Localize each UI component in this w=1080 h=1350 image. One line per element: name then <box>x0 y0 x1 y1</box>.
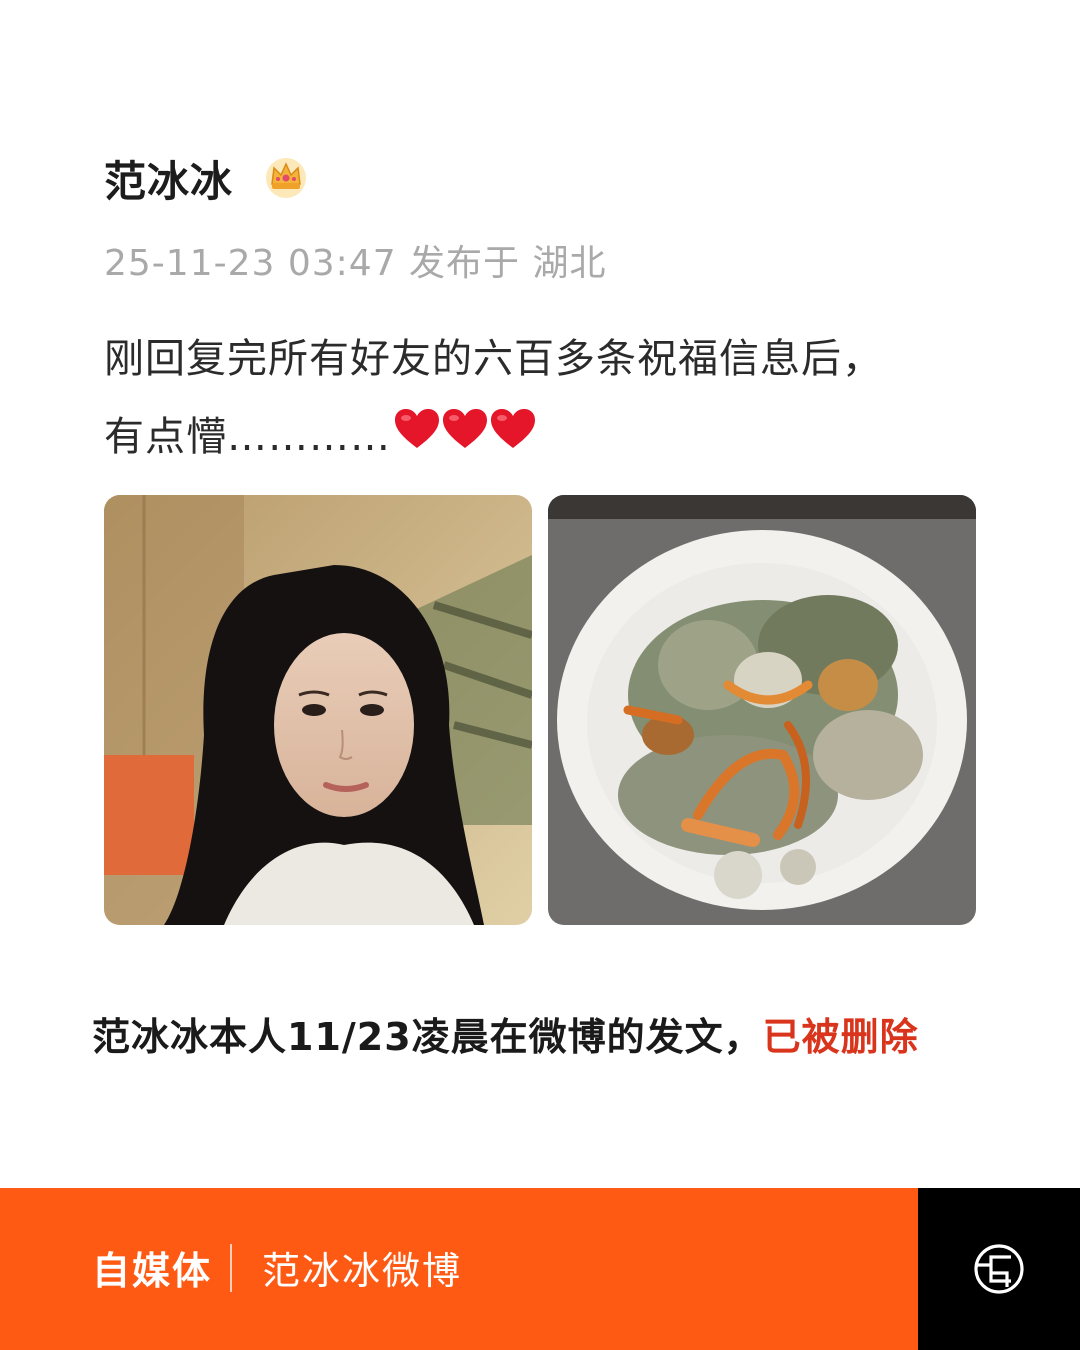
heart-icon <box>395 409 439 448</box>
post-meta: 25-11-23 03:47 发布于 湖北 <box>104 243 607 284</box>
footer-logo-block[interactable] <box>918 1188 1080 1350</box>
footer-topic-label: 范冰冰微博 <box>262 1249 463 1293</box>
brand-logo-icon <box>974 1244 1024 1294</box>
heart-emoji-icons <box>393 400 539 478</box>
caption-main: 范冰冰本人11/23凌晨在微博的发文， <box>92 1015 763 1059</box>
post-text-line-1: 刚回复完所有好友的六百多条祝福信息后， <box>104 336 883 382</box>
footer-divider <box>230 1244 232 1292</box>
heart-icon <box>443 409 487 448</box>
post-image-selfie[interactable] <box>104 495 532 925</box>
caption-highlight: 已被删除 <box>762 1015 919 1059</box>
post-username: 范冰冰 <box>104 157 234 206</box>
footer-source-label: 自媒体 <box>92 1249 213 1293</box>
post-text-line-2-row: 有点懵………… <box>104 398 1044 478</box>
post-image-dish[interactable] <box>548 495 976 925</box>
footer-source-bar: 自媒体 范冰冰微博 <box>0 1188 918 1350</box>
post-text: 刚回复完所有好友的六百多条祝福信息后， 有点懵………… <box>104 320 1044 478</box>
post-text-line-2: 有点懵………… <box>104 414 391 460</box>
crown-badge-icon <box>266 158 306 198</box>
caption: 范冰冰本人11/23凌晨在微博的发文，已被删除 <box>92 1006 919 1061</box>
heart-icon <box>491 409 535 448</box>
weibo-post-screenshot: 范冰冰 25-11-23 03:47 发布于 湖北 刚回复完所有好友的六百多条祝… <box>0 0 1080 980</box>
